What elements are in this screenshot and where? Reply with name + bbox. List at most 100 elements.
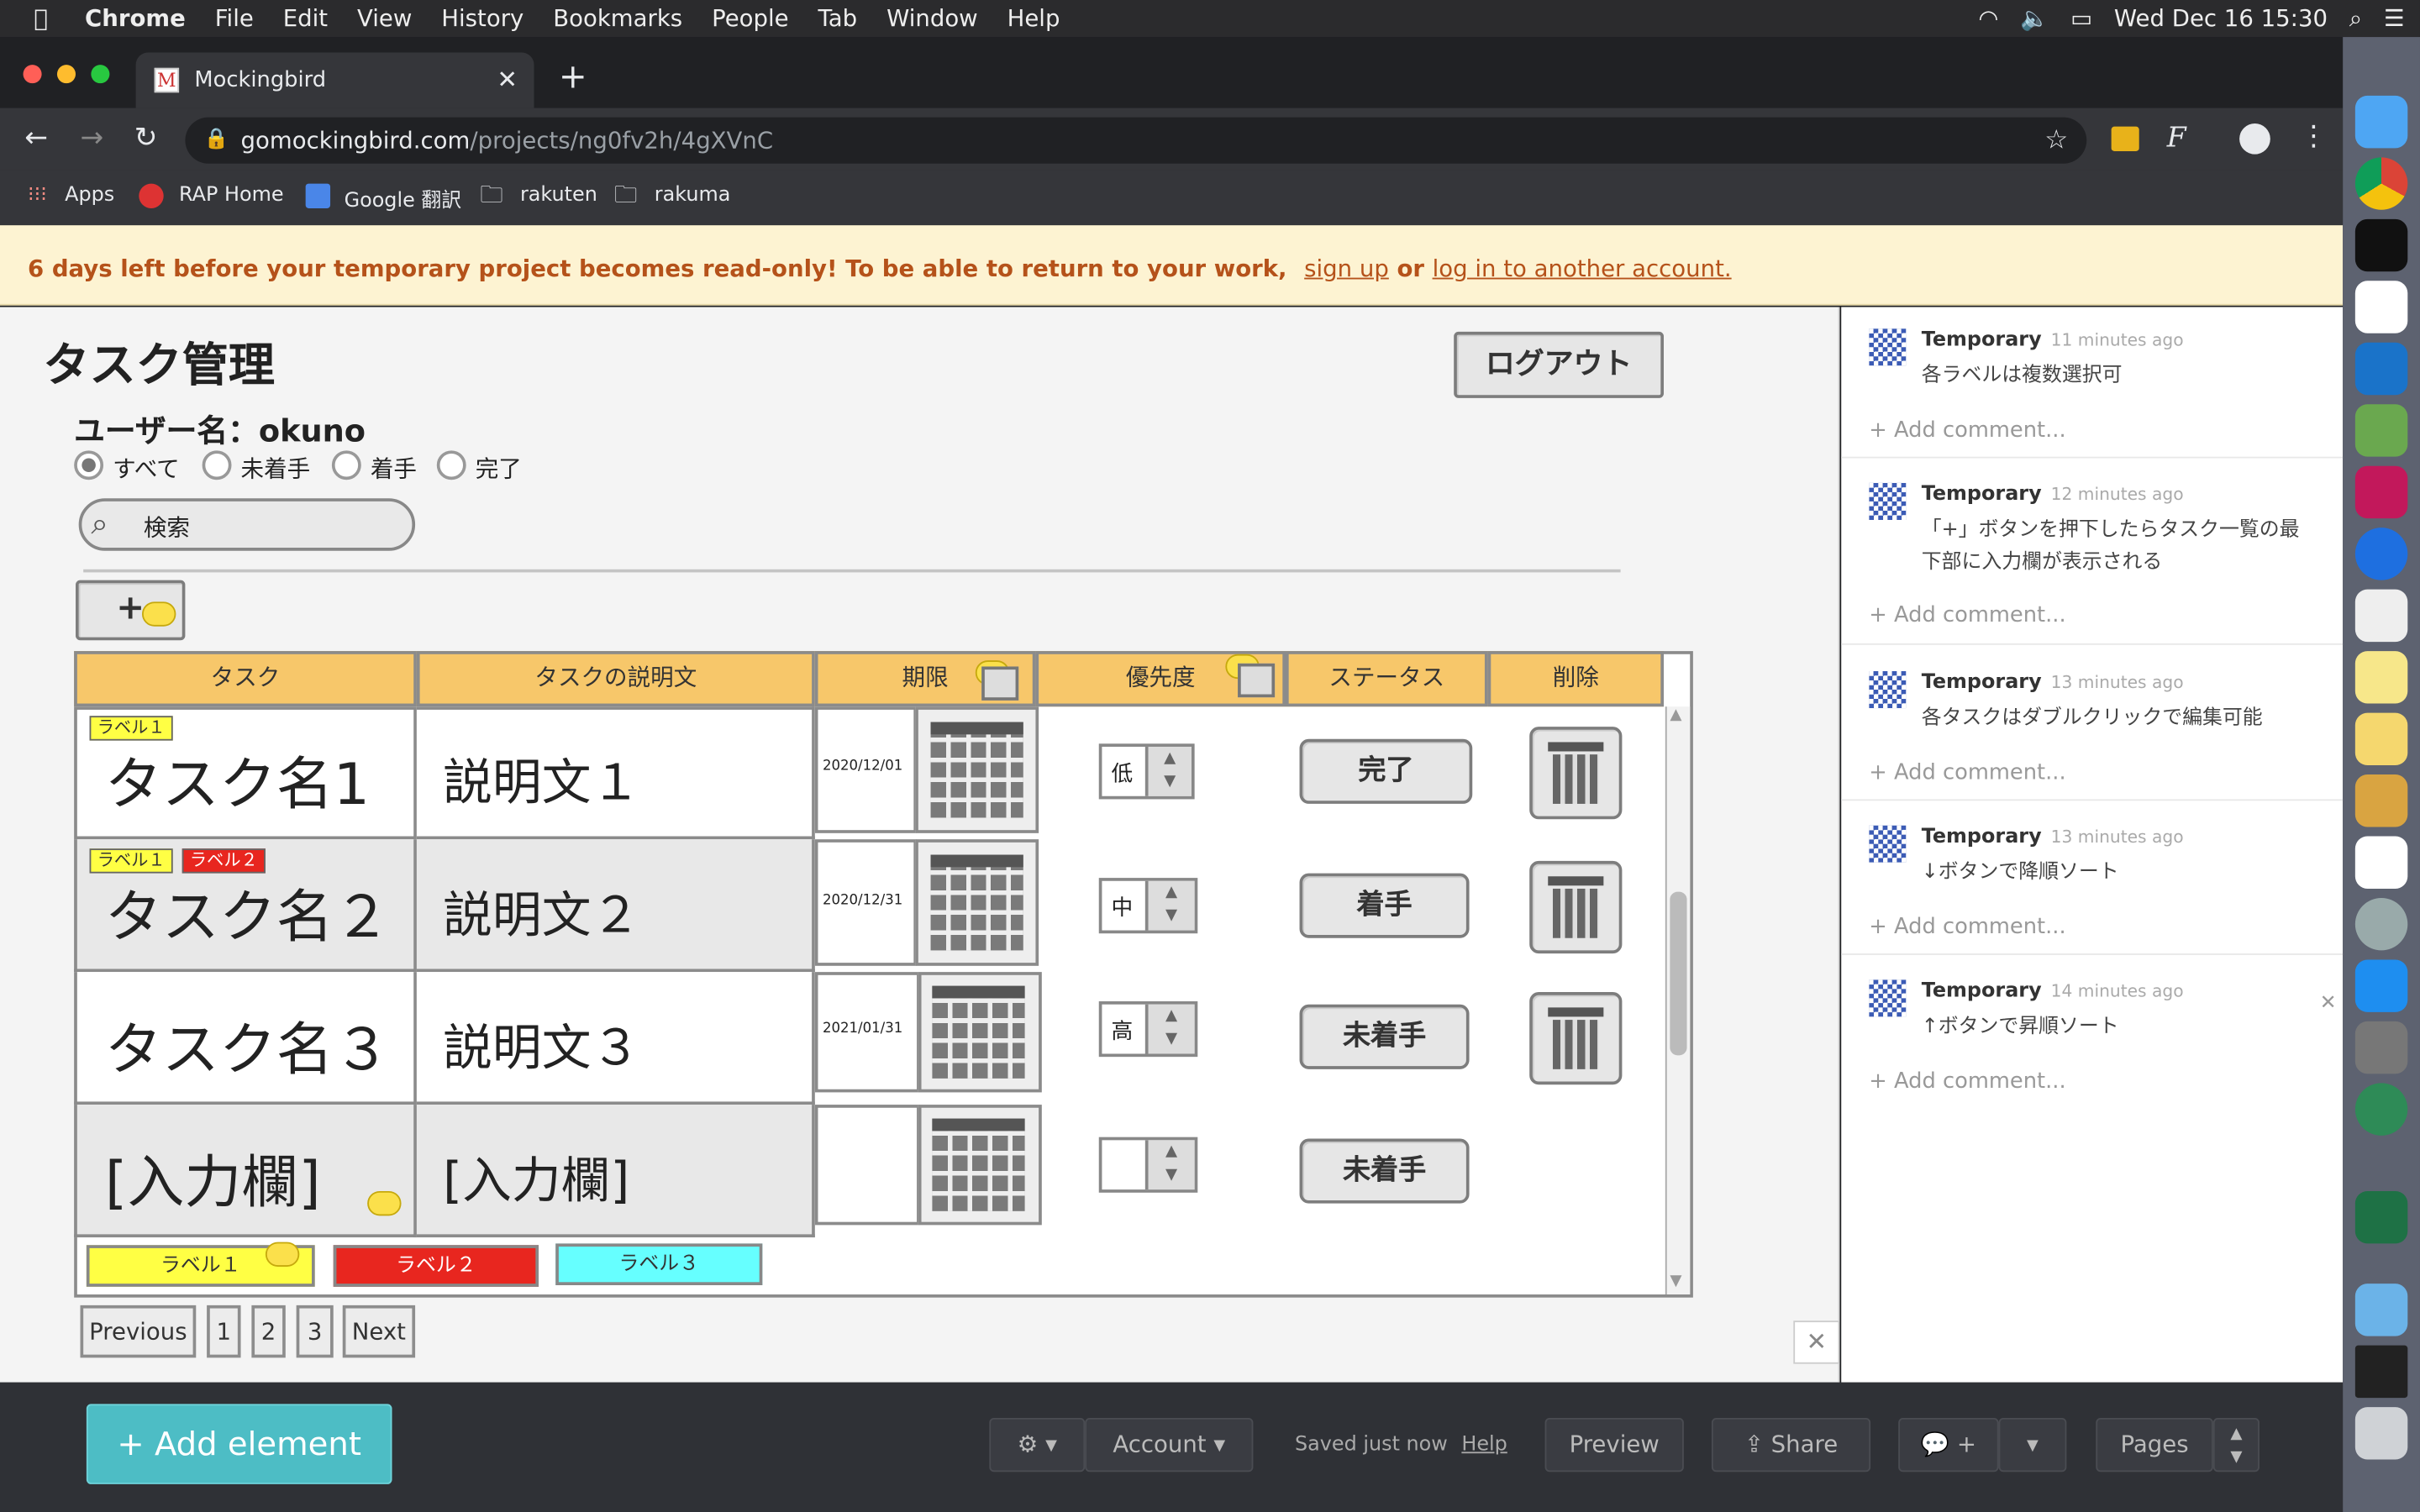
account-dropdown[interactable]: Account ▾ bbox=[1085, 1417, 1254, 1473]
task-description-input[interactable]: [入力欄] bbox=[443, 1142, 629, 1212]
downloads-folder-icon[interactable] bbox=[2354, 1284, 2408, 1336]
comment-item[interactable]: Temporary 11 minutes ago 各ラベルは複数選択可 + Add… bbox=[1841, 307, 2344, 459]
comments-toggle-button[interactable]: 💬 + bbox=[1898, 1417, 1999, 1473]
priority-stepper[interactable]: 中 ▲ ▼ bbox=[1098, 878, 1198, 934]
status-button[interactable]: 完了 bbox=[1299, 738, 1473, 804]
menu-app[interactable]: Chrome bbox=[85, 5, 186, 33]
bookmark-rap-home[interactable]: RAP Home bbox=[179, 184, 283, 207]
stepper-arrows-icon[interactable]: ▲ ▼ bbox=[1144, 1140, 1195, 1190]
help-link[interactable]: Help bbox=[1461, 1433, 1507, 1457]
sequel-icon[interactable] bbox=[2354, 774, 2408, 827]
menu-file[interactable]: File bbox=[215, 5, 254, 33]
add-comment-link[interactable]: + Add comment... bbox=[1869, 603, 2065, 627]
priority-stepper[interactable]: ▲ ▼ bbox=[1098, 1137, 1198, 1193]
pages-stepper[interactable]: ▲ ▼ bbox=[2212, 1417, 2260, 1473]
priority-stepper[interactable]: 低 ▲ ▼ bbox=[1098, 743, 1195, 800]
calendar-app-icon[interactable] bbox=[2354, 836, 2408, 889]
comment-marker-icon[interactable] bbox=[265, 1242, 300, 1267]
menu-help[interactable]: Help bbox=[1007, 5, 1060, 33]
address-bar[interactable]: 🔒 gomockingbird.com/projects/ng0fv2h/4gX… bbox=[185, 117, 2087, 164]
stepper-arrows-icon[interactable]: ▲ ▼ bbox=[1144, 746, 1192, 796]
pagination-page-2[interactable]: 2 bbox=[251, 1305, 286, 1358]
menu-history[interactable]: History bbox=[441, 5, 523, 33]
trash-icon[interactable] bbox=[1529, 860, 1623, 954]
vpn-icon[interactable] bbox=[2354, 1083, 2408, 1136]
task-label-chip[interactable]: ラベル１ bbox=[89, 848, 173, 874]
calendar-icon[interactable] bbox=[915, 839, 1039, 966]
bookmark-rakuma[interactable]: rakuma bbox=[655, 184, 731, 207]
close-tab-icon[interactable]: ✕ bbox=[497, 65, 518, 94]
bookmark-rakuten[interactable]: rakuten bbox=[520, 184, 597, 207]
finder-icon[interactable] bbox=[2354, 95, 2408, 149]
minimize-window-icon[interactable] bbox=[56, 65, 76, 84]
add-comment-link[interactable]: + Add comment... bbox=[1869, 1069, 2065, 1094]
add-comment-link[interactable]: + Add comment... bbox=[1869, 915, 2065, 939]
add-comment-link[interactable]: + Add comment... bbox=[1869, 418, 2065, 443]
bookmark-star-icon[interactable]: ☆ bbox=[2044, 118, 2068, 164]
task-label-chip[interactable]: ラベル２ bbox=[182, 848, 266, 874]
scroll-up-icon[interactable]: ▲ bbox=[1670, 706, 1681, 723]
share-button[interactable]: ⇪ Share bbox=[1711, 1417, 1871, 1473]
scroll-down-icon[interactable]: ▼ bbox=[1670, 1273, 1681, 1289]
profile-avatar-icon[interactable] bbox=[2239, 123, 2270, 155]
calendar-icon[interactable] bbox=[918, 972, 1042, 1093]
filter-radio-in-progress[interactable] bbox=[331, 450, 361, 480]
trash-can-icon[interactable] bbox=[2354, 1407, 2408, 1460]
menu-edit[interactable]: Edit bbox=[283, 5, 328, 33]
stepper-arrows-icon[interactable]: ▲ ▼ bbox=[1144, 880, 1195, 931]
font-extension-icon[interactable]: F bbox=[2167, 122, 2186, 155]
outlook-icon[interactable] bbox=[2354, 342, 2408, 396]
menu-tab[interactable]: Tab bbox=[818, 5, 858, 33]
apple-icon[interactable]:  bbox=[34, 5, 48, 33]
menu-window[interactable]: Window bbox=[886, 5, 978, 33]
comment-marker-icon[interactable] bbox=[141, 601, 176, 627]
status-button[interactable]: 未着手 bbox=[1299, 1004, 1470, 1069]
date-field[interactable] bbox=[814, 1105, 920, 1226]
textedit-icon[interactable] bbox=[2354, 589, 2408, 643]
filter-radio-done[interactable] bbox=[436, 450, 466, 480]
system-preferences-icon[interactable] bbox=[2354, 1021, 2408, 1074]
search-input[interactable]: ⌕ 検索 bbox=[78, 498, 416, 551]
pages-button[interactable]: Pages bbox=[2096, 1417, 2213, 1473]
menu-people[interactable]: People bbox=[712, 5, 789, 33]
task-label-chip[interactable]: ラベル１ bbox=[89, 716, 173, 741]
add-comment-link[interactable]: + Add comment... bbox=[1869, 761, 2065, 785]
maps-icon[interactable] bbox=[2354, 528, 2408, 580]
trash-icon[interactable] bbox=[1529, 992, 1623, 1085]
excel-icon[interactable] bbox=[2354, 1190, 2408, 1244]
stickies-icon[interactable] bbox=[2354, 712, 2408, 766]
stepper-arrows-icon[interactable]: ▲ ▼ bbox=[1144, 1004, 1195, 1054]
control-center-icon[interactable]: ☰ bbox=[2384, 5, 2405, 33]
pagination-page-1[interactable]: 1 bbox=[207, 1305, 241, 1358]
battery-icon[interactable]: ▭ bbox=[2070, 5, 2092, 33]
comment-item[interactable]: Temporary 13 minutes ago ↓ボタンで降順ソート + Add… bbox=[1841, 801, 2344, 955]
wifi-icon[interactable]: ◠ bbox=[1978, 5, 1998, 33]
app-store-icon[interactable] bbox=[2354, 959, 2408, 1012]
bookmark-google-translate[interactable]: Google 翻訳 bbox=[345, 184, 462, 213]
notes-icon[interactable] bbox=[2354, 651, 2408, 704]
settings-dropdown[interactable]: ⚙ ▾ bbox=[989, 1417, 1086, 1473]
scroll-thumb[interactable] bbox=[1670, 891, 1687, 1056]
clock[interactable]: Wed Dec 16 15:30 bbox=[2114, 5, 2328, 33]
sign-up-link[interactable]: sign up bbox=[1304, 255, 1389, 282]
status-button[interactable]: 未着手 bbox=[1299, 1138, 1470, 1204]
close-window-icon[interactable] bbox=[23, 65, 42, 84]
spotlight-icon[interactable]: ⌕ bbox=[2349, 5, 2362, 33]
sort-icon[interactable] bbox=[1238, 663, 1276, 698]
add-element-button[interactable]: + Add element bbox=[86, 1404, 392, 1484]
extension-icon[interactable] bbox=[2111, 126, 2139, 151]
chrome-menu-icon[interactable]: ⋮ bbox=[2300, 120, 2328, 153]
close-comments-button[interactable]: ✕ bbox=[1793, 1320, 1840, 1364]
comment-marker-icon[interactable] bbox=[367, 1190, 402, 1216]
label-chip-2[interactable]: ラベル２ bbox=[333, 1245, 539, 1287]
screenshot-thumbnail-icon[interactable] bbox=[2354, 1345, 2408, 1399]
rubymine-icon[interactable] bbox=[2354, 465, 2408, 519]
comment-item[interactable]: Temporary 13 minutes ago 各タスクはダブルクリックで編集可… bbox=[1841, 647, 2344, 801]
comment-item[interactable]: Temporary 12 minutes ago 「+」ボタンを押下したらタスク一… bbox=[1841, 459, 2344, 647]
zoom-window-icon[interactable] bbox=[91, 65, 110, 84]
label-chip-3[interactable]: ラベル３ bbox=[555, 1243, 763, 1285]
table-scrollbar[interactable]: ▲ ▼ bbox=[1665, 706, 1691, 1295]
comments-dropdown[interactable]: ▾ bbox=[1998, 1417, 2067, 1473]
volume-icon[interactable]: 🔈 bbox=[2020, 5, 2049, 33]
priority-stepper[interactable]: 高 ▲ ▼ bbox=[1098, 1001, 1198, 1058]
